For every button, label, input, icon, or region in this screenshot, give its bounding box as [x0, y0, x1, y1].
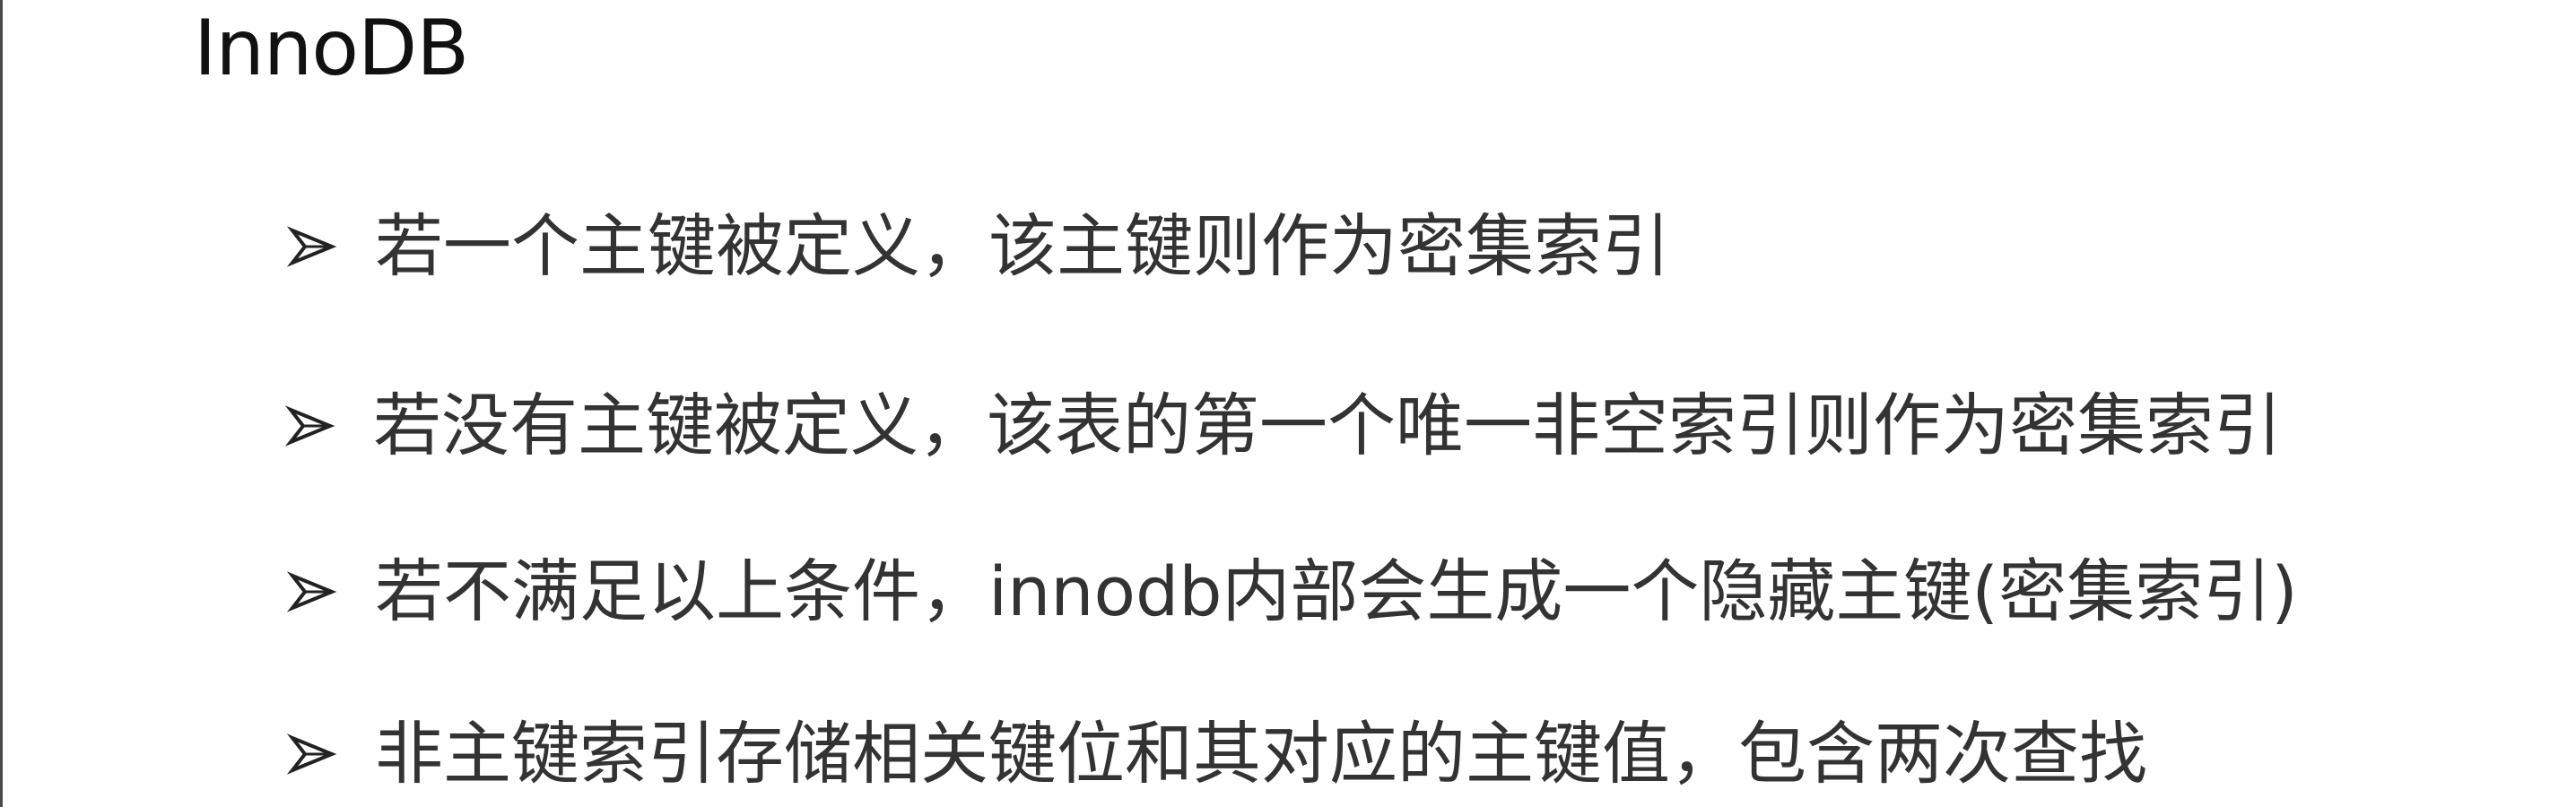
bullet-item: 若一个主键被定义，该主键则作为密集索引 [285, 197, 1670, 296]
slide-title: InnoDB [194, 4, 469, 93]
bullet-text: 若没有主键被定义，该表的第一个唯一非空索引则作为密集索引 [373, 386, 2282, 465]
arrowhead-bullet-icon [285, 565, 339, 619]
slide-left-border [0, 0, 3, 807]
arrowhead-bullet-icon [285, 727, 339, 781]
bullet-text: 若不满足以上条件，innodb内部会生成一个隐藏主键(密集索引) [375, 551, 2298, 631]
bullet-item: 若不满足以上条件，innodb内部会生成一个隐藏主键(密集索引) [285, 542, 2298, 641]
arrowhead-bullet-icon [285, 220, 339, 273]
bullet-text: 非主键索引存储相关键位和其对应的主键值，包含两次查找 [375, 714, 2147, 794]
bullet-item: 若没有主键被定义，该表的第一个唯一非空索引则作为密集索引 [283, 377, 2282, 475]
arrowhead-bullet-icon [283, 399, 337, 453]
bullet-item: 非主键索引存储相关键位和其对应的主键值，包含两次查找 [285, 705, 2147, 803]
bullet-text: 若一个主键被定义，该主键则作为密集索引 [375, 206, 1670, 286]
